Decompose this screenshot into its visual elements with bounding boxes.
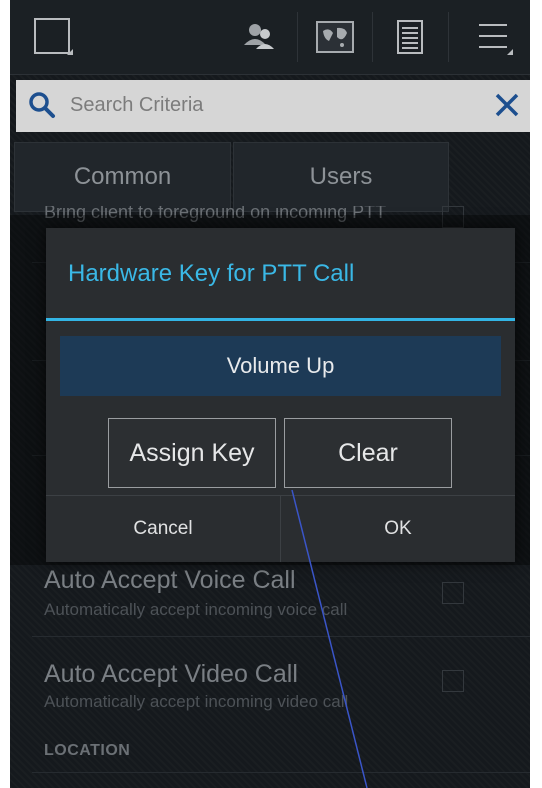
top-toolbar [10,0,530,75]
hardware-key-dialog: Hardware Key for PTT Call Volume Up Assi… [46,228,515,562]
ok-button[interactable]: OK [281,496,515,562]
cancel-button[interactable]: Cancel [46,496,280,562]
menu-icon[interactable] [470,8,520,66]
clear-search-icon[interactable] [492,90,522,125]
clear-button[interactable]: Clear [284,418,452,488]
contacts-icon[interactable] [235,8,285,66]
phone-screen: Search Criteria Common Users Bring clien… [10,0,530,788]
auto-accept-video-checkbox[interactable] [442,670,464,692]
dialog-title: Hardware Key for PTT Call [68,260,355,287]
title-divider [46,318,515,321]
tab-users[interactable]: Users [233,142,449,212]
setting-title: Auto Accept Video Call [44,660,298,688]
setting-subtitle: Automatically accept incoming voice call [44,600,348,619]
list-icon[interactable] [385,8,435,66]
auto-accept-voice-checkbox[interactable] [442,582,464,604]
search-bar: Search Criteria [16,80,530,132]
map-icon[interactable] [310,8,360,66]
setting-subtitle: Automatically accept incoming video call [44,692,349,711]
section-header-location: LOCATION [44,742,131,759]
setting-title: Auto Accept Voice Call [44,566,296,594]
window-icon[interactable] [28,8,78,66]
search-input[interactable]: Search Criteria [70,94,203,117]
search-icon[interactable] [28,91,56,124]
tab-common[interactable]: Common [14,142,231,212]
assign-key-button[interactable]: Assign Key [108,418,276,488]
current-key-display: Volume Up [60,336,501,396]
